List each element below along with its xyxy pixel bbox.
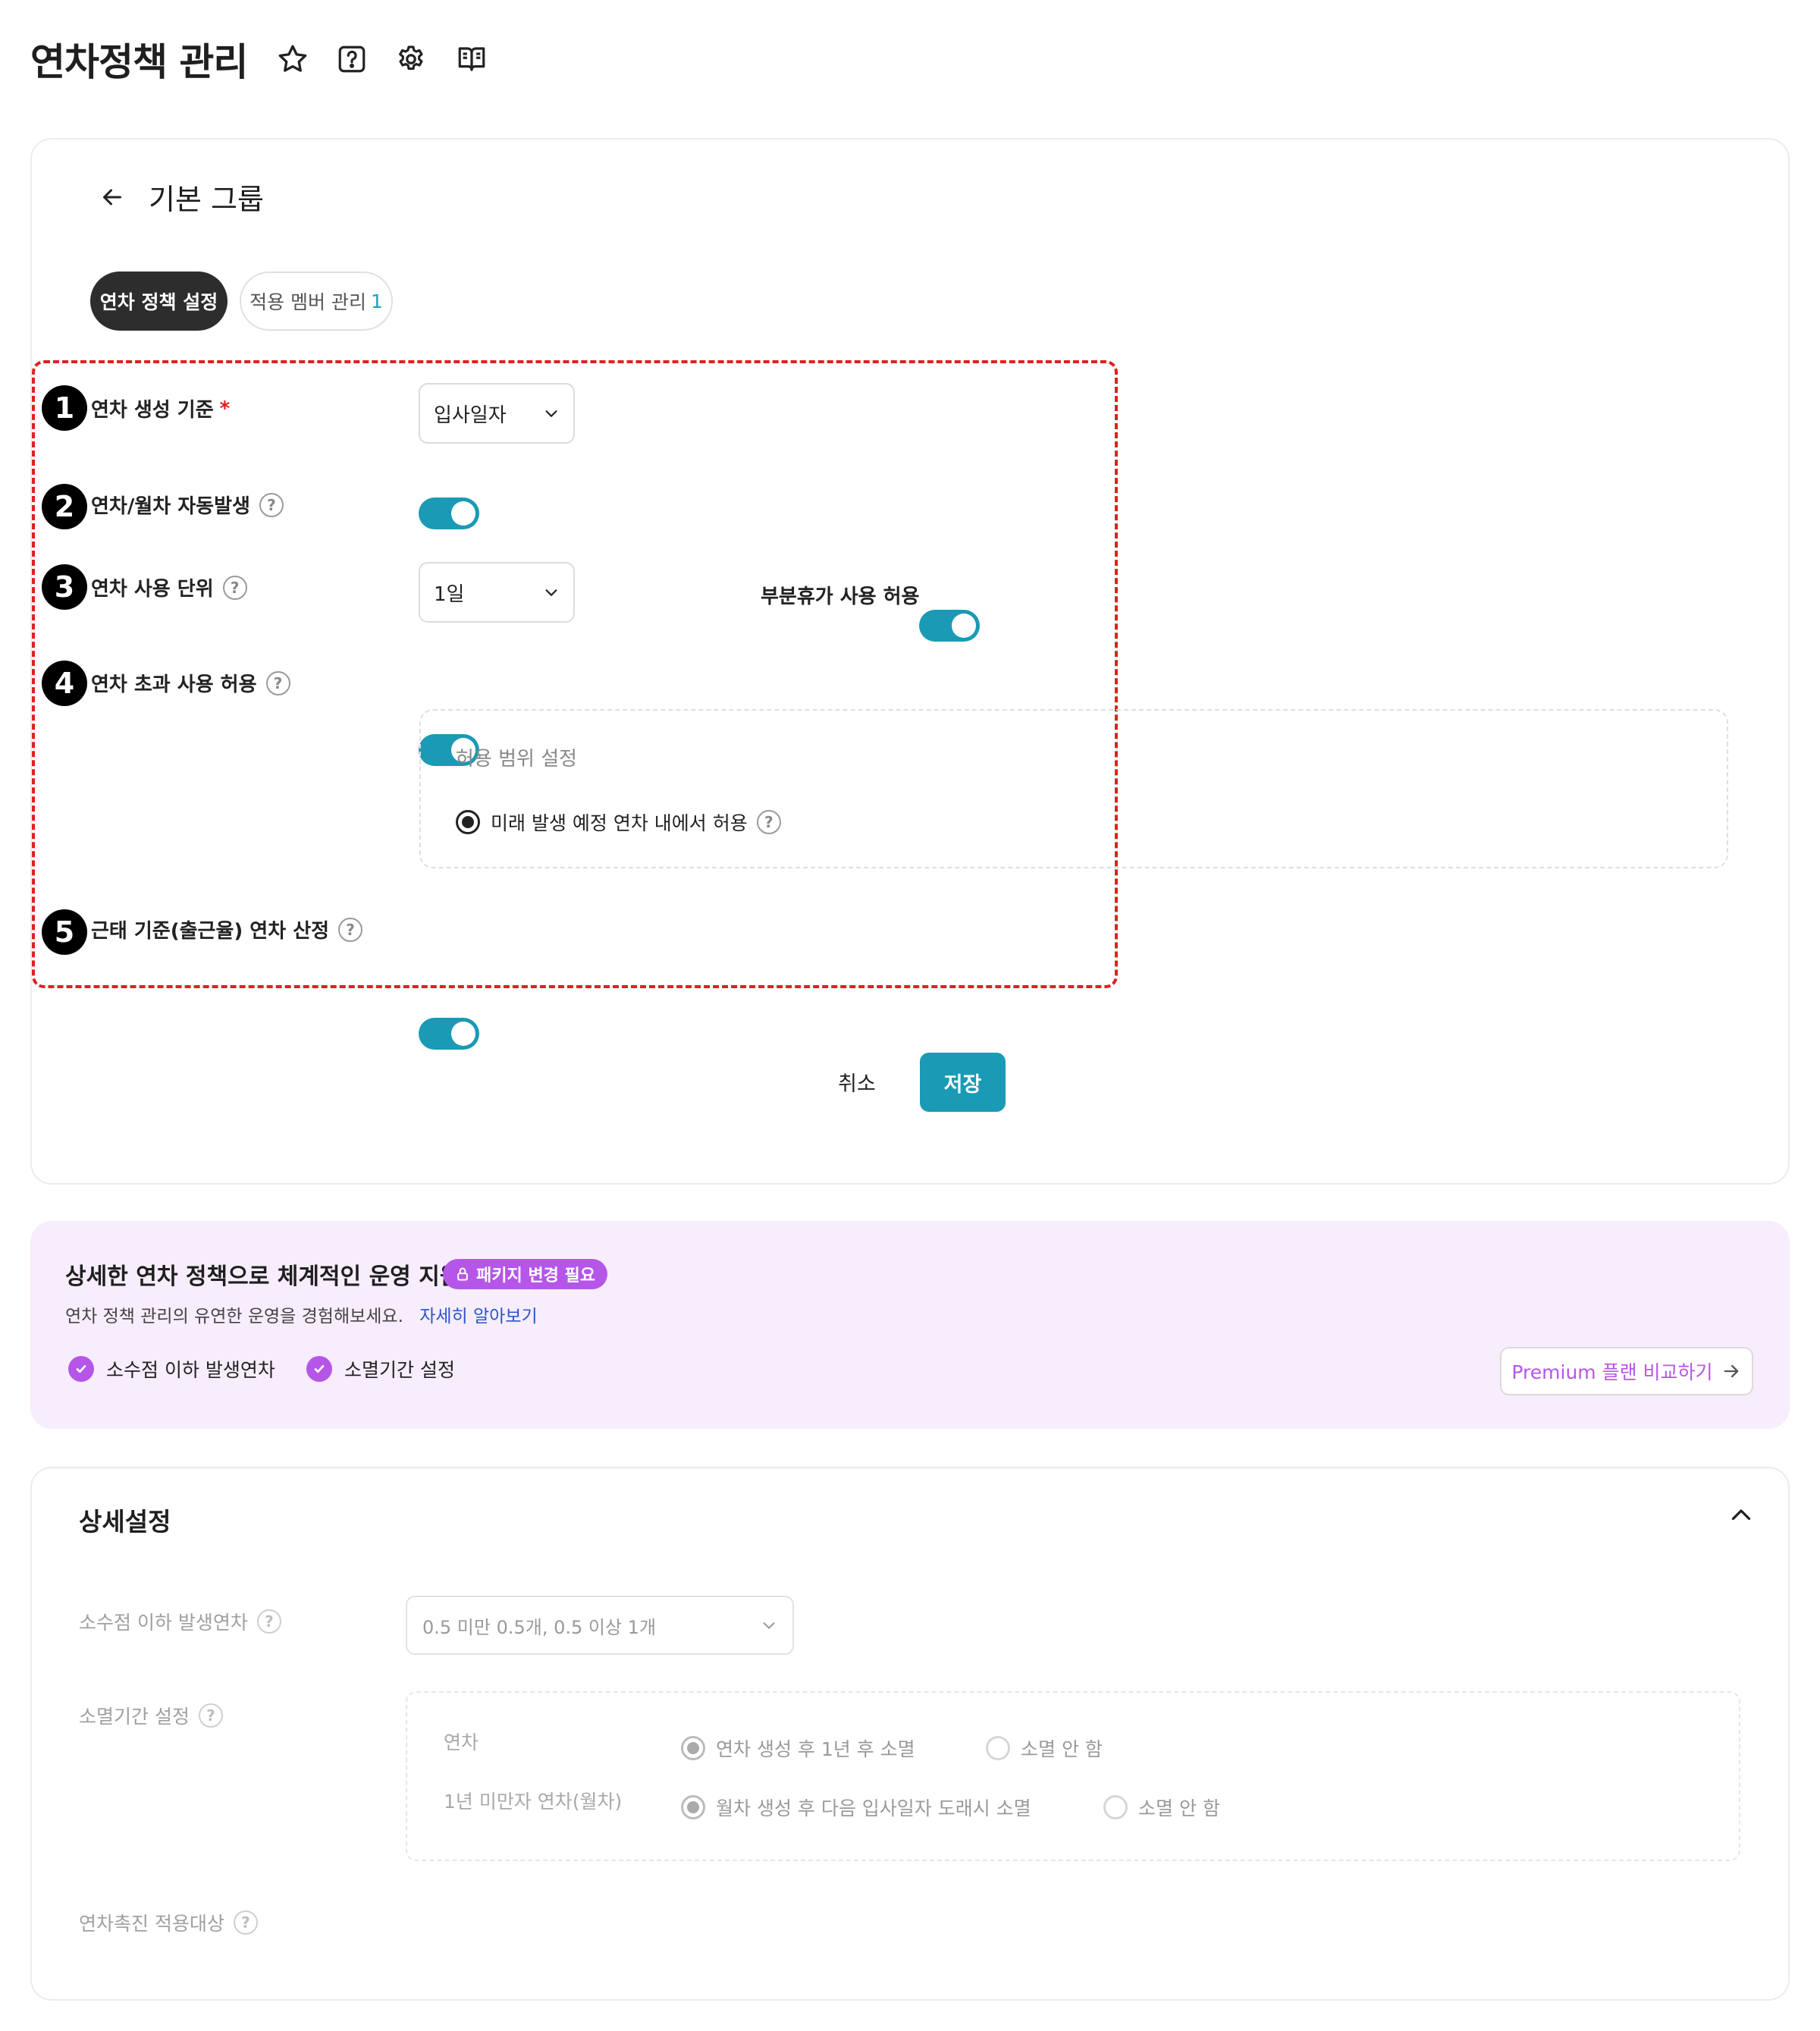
label-text: 소멸기간 설정 (79, 1706, 190, 1728)
check-icon (306, 1356, 332, 1382)
member-count: 1 (371, 290, 383, 312)
auto-generation-toggle[interactable] (419, 498, 479, 529)
help-icon[interactable]: ? (338, 917, 363, 942)
cancel-button[interactable]: 취소 (827, 1053, 887, 1110)
row-label-usage-unit: 연차 사용 단위 ? (91, 573, 247, 601)
expire-option-none[interactable]: 소멸 안 함 (1103, 1794, 1220, 1821)
row-label-generation-basis: 연차 생성 기준 * (91, 394, 230, 422)
detail-title: 상세설정 (79, 1507, 171, 1537)
expire-label: 소멸기간 설정 ? (79, 1702, 223, 1729)
back-nav[interactable]: 기본 그룹 (99, 176, 264, 218)
chevron-down-icon (545, 589, 557, 596)
button-label: Premium 플랜 비교하기 (1511, 1361, 1713, 1383)
allowance-option[interactable]: 미래 발생 예정 연차 내에서 허용 ? (456, 808, 781, 836)
book-icon[interactable] (452, 39, 491, 79)
chevron-down-icon (545, 410, 557, 417)
label-text: 소수점 이하 발생연차 (79, 1612, 248, 1634)
expire-option-selected[interactable]: 월차 생성 후 다음 입사일자 도래시 소멸 (681, 1794, 1031, 1821)
chevron-down-icon (763, 1622, 775, 1629)
help-box-icon[interactable] (332, 39, 372, 79)
required-mark: * (219, 397, 231, 420)
attendance-based-toggle[interactable] (419, 1018, 479, 1050)
tab-member-management[interactable]: 적용 멤버 관리 1 (240, 272, 393, 331)
usage-unit-select[interactable]: 1일 (419, 562, 575, 623)
select-value: 1일 (434, 582, 465, 606)
row-label-overuse: 연차 초과 사용 허용 ? (91, 669, 290, 697)
label-text: 연차 생성 기준 (91, 399, 214, 422)
tab-policy-settings[interactable]: 연차 정책 설정 (90, 272, 228, 331)
option-label: 소멸 안 함 (1138, 1797, 1220, 1819)
option-label: 미래 발생 예정 연차 내에서 허용 (491, 812, 748, 834)
partial-leave-label: 부분휴가 사용 허용 (761, 585, 920, 608)
label-text: 연차 사용 단위 (91, 578, 214, 601)
generation-basis-select[interactable]: 입사일자 (419, 383, 575, 444)
feature-label: 소수점 이하 발생연차 (106, 1359, 275, 1381)
expire-option-none[interactable]: 소멸 안 함 (986, 1734, 1103, 1762)
feature-item: 소멸기간 설정 (306, 1355, 455, 1383)
radio-unselected[interactable] (1103, 1795, 1128, 1819)
number-badge: 1 (42, 385, 87, 431)
help-icon[interactable]: ? (256, 1609, 281, 1634)
expire-option-selected[interactable]: 연차 생성 후 1년 후 소멸 (681, 1734, 915, 1762)
expire-row-name: 연차 (444, 1731, 479, 1753)
radio-unselected[interactable] (986, 1736, 1010, 1760)
allowance-range-title: 허용 범위 설정 (456, 748, 578, 771)
number-badge: 2 (42, 484, 87, 529)
label-text: 연차촉진 적용대상 (79, 1913, 224, 1935)
label-text: 근태 기준(출근율) 연차 산정 (91, 920, 330, 943)
group-title: 기본 그룹 (149, 183, 264, 216)
gear-icon[interactable] (391, 39, 431, 79)
banner-title: 상세한 연차 정책으로 체계적인 운영 지원 (65, 1263, 461, 1290)
decimal-select[interactable]: 0.5 미만 0.5개, 0.5 이상 1개 (406, 1596, 794, 1655)
promotion-label: 연차촉진 적용대상 ? (79, 1909, 258, 1936)
number-badge: 4 (42, 661, 87, 706)
radio-selected[interactable] (681, 1795, 705, 1819)
select-value: 입사일자 (434, 403, 507, 427)
back-arrow-icon[interactable] (99, 180, 132, 214)
option-label: 소멸 안 함 (1021, 1738, 1103, 1760)
help-icon[interactable]: ? (198, 1703, 223, 1728)
help-icon[interactable]: ? (222, 575, 247, 600)
help-icon[interactable]: ? (259, 492, 284, 517)
arrow-right-icon (1724, 1364, 1738, 1378)
label-text: 연차/월차 자동발생 (91, 495, 250, 518)
premium-compare-button[interactable]: Premium 플랜 비교하기 (1500, 1347, 1753, 1395)
help-icon[interactable]: ? (233, 1910, 258, 1935)
star-icon[interactable] (273, 39, 312, 79)
expire-row-name: 1년 미만자 연차(월차) (444, 1791, 623, 1813)
page-title: 연차정책 관리 (30, 40, 248, 84)
row-label-auto-generation: 연차/월차 자동발생 ? (91, 491, 284, 519)
lock-icon (457, 1267, 468, 1281)
radio-selected[interactable] (456, 810, 480, 834)
select-value: 0.5 미만 0.5개, 0.5 이상 1개 (422, 1616, 657, 1638)
help-icon[interactable]: ? (756, 810, 781, 834)
label-text: 연차 초과 사용 허용 (91, 673, 257, 696)
option-label: 월차 생성 후 다음 입사일자 도래시 소멸 (716, 1797, 1031, 1819)
tab-label: 적용 멤버 관리 (249, 291, 366, 313)
help-icon[interactable]: ? (265, 670, 290, 695)
allowance-range-box (419, 709, 1728, 868)
option-label: 연차 생성 후 1년 후 소멸 (716, 1738, 915, 1760)
tab-label: 연차 정책 설정 (99, 291, 218, 313)
partial-leave-toggle[interactable] (919, 610, 980, 642)
description-text: 연차 정책 관리의 유연한 운영을 경험해보세요. (65, 1307, 403, 1326)
check-icon (68, 1356, 94, 1382)
row-label-attendance-based: 근태 기준(출근율) 연차 산정 ? (91, 915, 363, 943)
radio-selected[interactable] (681, 1736, 705, 1760)
badge-text: 패키지 변경 필요 (476, 1267, 595, 1285)
package-badge: 패키지 변경 필요 (443, 1259, 607, 1289)
chevron-up-icon[interactable] (1727, 1502, 1758, 1532)
learn-more-link[interactable]: 자세히 알아보기 (419, 1307, 537, 1326)
feature-item: 소수점 이하 발생연차 (68, 1355, 275, 1383)
number-badge: 3 (42, 564, 87, 610)
banner-description: 연차 정책 관리의 유연한 운영을 경험해보세요. 자세히 알아보기 (65, 1301, 538, 1327)
save-button[interactable]: 저장 (920, 1053, 1006, 1112)
decimal-label: 소수점 이하 발생연차 ? (79, 1608, 281, 1635)
feature-label: 소멸기간 설정 (344, 1359, 455, 1381)
number-badge: 5 (42, 909, 87, 955)
expire-box (406, 1691, 1740, 1861)
